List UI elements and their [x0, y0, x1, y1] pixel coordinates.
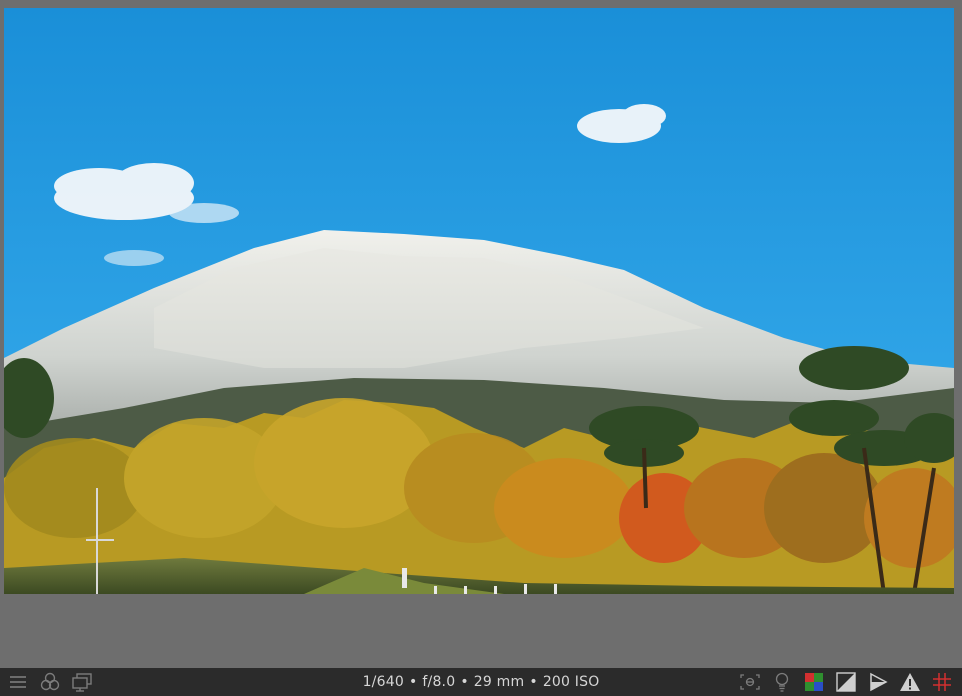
- exif-separator: •: [529, 674, 538, 690]
- clipping-warning-icon[interactable]: [898, 670, 922, 694]
- guides-icon[interactable]: [930, 670, 954, 694]
- gamut-check-icon[interactable]: [834, 670, 858, 694]
- exif-aperture: f/8.0: [422, 674, 456, 690]
- exif-separator: •: [460, 674, 469, 690]
- bottom-toolbar: 1/640 • f/8.0 • 29 mm • 200 ISO: [0, 668, 962, 696]
- right-tools: [734, 670, 958, 694]
- photo-preview[interactable]: [4, 8, 954, 594]
- exif-focal-length: 29 mm: [473, 674, 525, 690]
- exif-shutter: 1/640: [362, 674, 404, 690]
- softproof-icon[interactable]: [802, 670, 826, 694]
- raw-overexposed-icon[interactable]: [866, 670, 890, 694]
- image-viewport: [0, 0, 962, 668]
- exif-iso: 200 ISO: [542, 674, 600, 690]
- focus-peaking-icon[interactable]: [738, 670, 762, 694]
- exif-separator: •: [408, 674, 418, 690]
- color-assessment-icon[interactable]: [770, 670, 794, 694]
